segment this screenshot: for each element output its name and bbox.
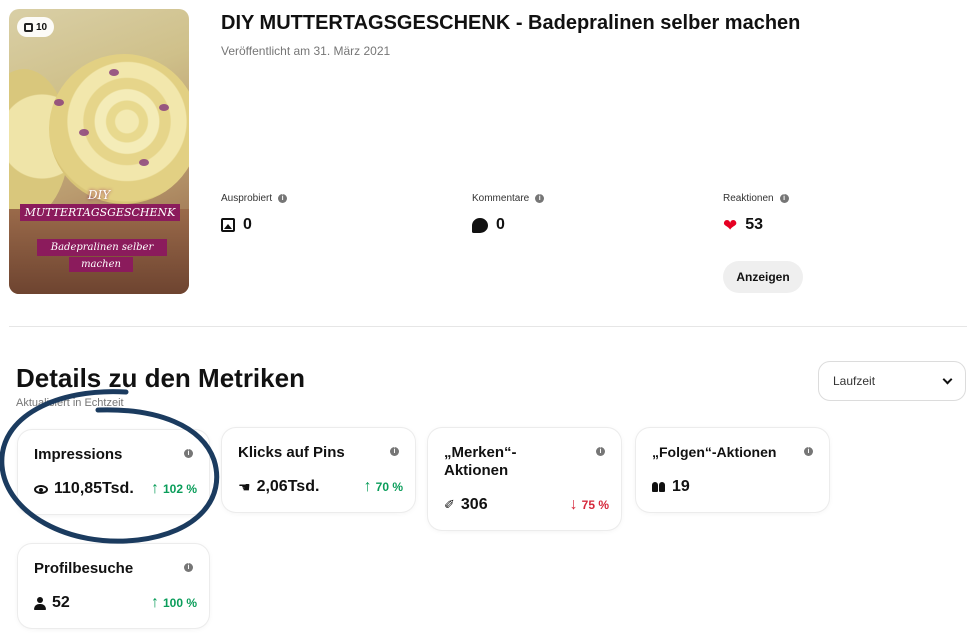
- metric-label: Klicks auf Pins: [238, 444, 345, 461]
- metric-card-profile-visits[interactable]: Profilbesuche i 52 ↑ 100 %: [18, 544, 209, 628]
- stat-label: Ausprobiert: [221, 193, 273, 204]
- trend-up: ↑ 100 %: [151, 595, 197, 611]
- image-icon: [221, 218, 235, 232]
- pin-image-text: MUTTERTAGSGESCHENK: [20, 204, 180, 221]
- arrow-up-icon: ↑: [150, 594, 159, 611]
- arrow-up-icon: ↑: [363, 478, 372, 495]
- eye-icon: [34, 484, 48, 494]
- metric-value: 19: [672, 478, 690, 495]
- pin-icon: ✐: [444, 497, 455, 512]
- trend-value: 75 %: [581, 498, 609, 512]
- period-select-value: Laufzeit: [833, 374, 876, 388]
- click-icon: ☚: [238, 478, 251, 495]
- metric-value: 52: [52, 594, 70, 611]
- section-title: Details zu den Metriken: [16, 363, 305, 393]
- show-reactions-button[interactable]: Anzeigen: [723, 261, 803, 293]
- person-icon: [34, 596, 46, 610]
- bath-praline-image: [49, 54, 189, 204]
- info-icon[interactable]: i: [804, 447, 813, 456]
- stat-value: 53: [745, 216, 764, 233]
- stat-value: 0: [243, 216, 252, 233]
- info-icon[interactable]: i: [779, 194, 789, 203]
- image-count: 10: [36, 21, 48, 33]
- metric-card-impressions[interactable]: Impressions i 110,85Tsd. ↑ 102 %: [18, 430, 209, 514]
- petal-decoration: [139, 159, 149, 166]
- pin-image[interactable]: 10 DIY MUTTERTAGSGESCHENK Badepralinen s…: [9, 9, 189, 294]
- trend-up: ↑ 70 %: [364, 479, 403, 495]
- stat-comments: Kommentare i 0: [472, 193, 545, 234]
- metric-label: Impressions: [34, 446, 123, 463]
- metric-value: 110,85Tsd.: [54, 480, 134, 497]
- arrow-up-icon: ↑: [150, 480, 159, 497]
- pin-image-text: machen: [69, 257, 133, 272]
- pin-image-text: DIY: [87, 188, 111, 202]
- stat-tried: Ausprobiert i 0: [221, 193, 288, 234]
- petal-decoration: [109, 69, 119, 76]
- people-icon: [652, 482, 666, 492]
- info-icon[interactable]: i: [278, 194, 288, 203]
- info-icon[interactable]: i: [535, 194, 545, 203]
- metric-card-saves[interactable]: „Merken“-Aktionen i ✐ 306 ↓ 75 %: [428, 428, 621, 530]
- trend-value: 70 %: [375, 480, 403, 494]
- section-subtitle: Aktualisiert in Echtzeit: [16, 397, 124, 409]
- heart-icon: ❤: [723, 215, 738, 235]
- metric-value: 306: [460, 496, 488, 513]
- pin-image-text: Badepralinen selber: [37, 239, 167, 256]
- trend-value: 100 %: [162, 596, 197, 610]
- metric-value: 2,06Tsd.: [256, 478, 320, 495]
- trend-value: 102 %: [162, 482, 197, 496]
- petal-decoration: [79, 129, 89, 136]
- stat-label: Kommentare: [472, 193, 530, 204]
- metric-card-pin-clicks[interactable]: Klicks auf Pins i ☚ 2,06Tsd. ↑ 70 %: [222, 428, 415, 512]
- stack-icon: [24, 22, 33, 32]
- stat-reactions: Reaktionen i ❤ 53: [723, 193, 789, 234]
- divider: [9, 326, 967, 327]
- info-icon[interactable]: i: [596, 447, 605, 456]
- stat-label: Reaktionen: [723, 193, 774, 204]
- metric-label: „Merken“-Aktionen: [444, 444, 517, 479]
- info-icon[interactable]: i: [390, 447, 399, 456]
- trend-up: ↑ 102 %: [151, 481, 197, 497]
- image-count-badge: 10: [17, 17, 55, 37]
- info-icon[interactable]: i: [184, 563, 193, 572]
- pin-title: DIY MUTTERTAGSGESCHENK - Badepralinen se…: [221, 12, 801, 34]
- comment-icon: [472, 217, 488, 233]
- period-select[interactable]: Laufzeit: [818, 361, 966, 401]
- trend-down: ↓ 75 %: [570, 497, 609, 513]
- metric-card-follows[interactable]: „Folgen“-Aktionen i 19: [636, 428, 829, 512]
- petal-decoration: [159, 104, 169, 111]
- arrow-down-icon: ↓: [569, 496, 578, 513]
- metric-label: Profilbesuche: [34, 560, 134, 577]
- metric-label: „Folgen“-Aktionen: [652, 444, 777, 460]
- info-icon[interactable]: i: [184, 449, 193, 458]
- chevron-down-icon: [942, 374, 953, 384]
- published-date: Veröffentlicht am 31. März 2021: [221, 44, 391, 58]
- petal-decoration: [54, 99, 64, 106]
- stat-value: 0: [496, 216, 505, 233]
